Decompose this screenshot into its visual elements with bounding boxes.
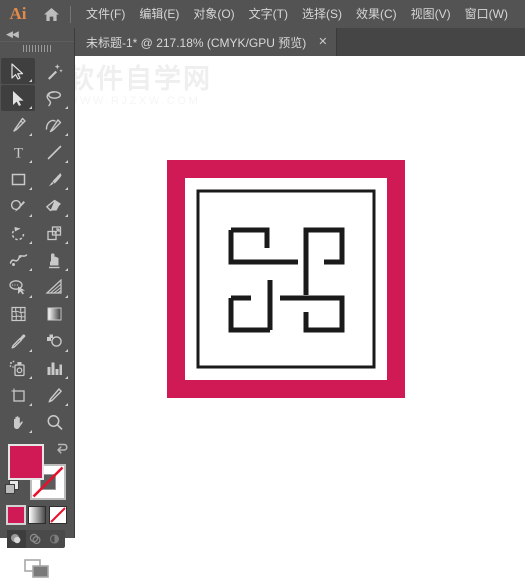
- menu-object[interactable]: 对象(O): [186, 0, 241, 28]
- color-fill-mode-button[interactable]: [6, 505, 26, 525]
- document-tab-bar: 未标题-1* @ 217.18% (CMYK/GPU 预览) ✕: [74, 28, 525, 56]
- watermark-main-text: 软件自学网: [75, 64, 212, 95]
- draw-normal-button[interactable]: [7, 530, 26, 548]
- paintbrush-tool[interactable]: [37, 166, 71, 192]
- svg-text:T: T: [13, 146, 22, 161]
- draw-inside-button[interactable]: [45, 530, 64, 548]
- collapse-panel-icon[interactable]: ◀◀: [0, 28, 74, 41]
- default-fill-stroke-icon[interactable]: [5, 480, 20, 500]
- hand-tool[interactable]: [1, 409, 35, 435]
- zoom-tool[interactable]: [37, 409, 71, 435]
- tool-flyout-indicator: [65, 376, 68, 379]
- eraser-tool[interactable]: [37, 193, 71, 219]
- grip-lines-icon: [23, 45, 51, 52]
- menu-view[interactable]: 视图(V): [404, 0, 458, 28]
- slice-tool[interactable]: [37, 382, 71, 408]
- tool-flyout-indicator: [65, 187, 68, 190]
- draw-behind-button[interactable]: [26, 530, 45, 548]
- close-icon[interactable]: ✕: [318, 36, 327, 48]
- rotate-tool[interactable]: [1, 220, 35, 246]
- menu-type[interactable]: 文字(T): [242, 0, 295, 28]
- tool-flyout-indicator: [29, 160, 32, 163]
- fill-swatch[interactable]: [8, 444, 44, 480]
- shaper-pencil-tool[interactable]: [1, 193, 35, 219]
- width-warp-tool[interactable]: [1, 247, 35, 273]
- tool-flyout-indicator: [65, 241, 68, 244]
- drawing-mode-row: [7, 530, 65, 548]
- line-segment-tool[interactable]: [37, 139, 71, 165]
- menu-window[interactable]: 窗口(W): [458, 0, 515, 28]
- screen-mode-button[interactable]: [0, 556, 74, 580]
- color-controls: [0, 440, 74, 502]
- scale-tool[interactable]: [37, 220, 71, 246]
- direct-selection-tool[interactable]: [1, 85, 35, 111]
- menu-effect[interactable]: 效果(C): [349, 0, 404, 28]
- menu-divider: [70, 5, 71, 23]
- shape-builder-tool[interactable]: [1, 274, 35, 300]
- menu-select[interactable]: 选择(S): [295, 0, 349, 28]
- tool-flyout-indicator: [65, 268, 68, 271]
- magic-wand-tool[interactable]: [37, 58, 71, 84]
- tool-flyout-indicator: [29, 295, 32, 298]
- mesh-tool[interactable]: [1, 301, 35, 327]
- fill-mode-row: [0, 502, 74, 525]
- app-logo: Ai: [9, 4, 27, 23]
- artboard-tool[interactable]: [1, 382, 35, 408]
- blend-tool[interactable]: [37, 328, 71, 354]
- gradient-fill-mode-button[interactable]: [28, 506, 46, 524]
- tool-flyout-indicator: [65, 403, 68, 406]
- selection-tool[interactable]: [1, 58, 35, 84]
- free-transform-tool[interactable]: [37, 247, 71, 273]
- tool-panel: ◀◀ T: [0, 28, 75, 578]
- tool-flyout-indicator: [29, 106, 32, 109]
- tool-grid: T: [0, 55, 74, 436]
- symbol-sprayer-tool[interactable]: [1, 355, 35, 381]
- home-icon[interactable]: [36, 0, 66, 28]
- tool-flyout-indicator: [29, 403, 32, 406]
- menu-bar: Ai 文件(F) 编辑(E) 对象(O) 文字(T) 选择(S) 效果(C) 视…: [0, 0, 525, 28]
- document-tab[interactable]: 未标题-1* @ 217.18% (CMYK/GPU 预览) ✕: [74, 28, 338, 56]
- tool-flyout-indicator: [65, 106, 68, 109]
- illustrator-window: Ai 文件(F) 编辑(E) 对象(O) 文字(T) 选择(S) 效果(C) 视…: [0, 0, 525, 578]
- tool-flyout-indicator: [29, 430, 32, 433]
- white-inset: [185, 178, 387, 380]
- tool-flyout-indicator: [29, 349, 32, 352]
- tool-flyout-indicator: [29, 133, 32, 136]
- pen-tool[interactable]: [1, 112, 35, 138]
- tool-flyout-indicator: [29, 214, 32, 217]
- canvas-area[interactable]: 软件自学网 WWW.RJZXW.COM: [75, 56, 525, 538]
- menu-items: 文件(F) 编辑(E) 对象(O) 文字(T) 选择(S) 效果(C) 视图(V…: [79, 0, 515, 28]
- watermark-url-text: WWW.RJZXW.COM: [75, 95, 201, 107]
- gradient-tool[interactable]: [37, 301, 71, 327]
- menu-edit[interactable]: 编辑(E): [132, 0, 186, 28]
- tool-flyout-indicator: [65, 214, 68, 217]
- type-tool[interactable]: T: [1, 139, 35, 165]
- menu-file[interactable]: 文件(F): [79, 0, 132, 28]
- watermark: 软件自学网 WWW.RJZXW.COM: [75, 66, 212, 107]
- perspective-grid-tool[interactable]: [37, 274, 71, 300]
- tool-flyout-indicator: [29, 79, 32, 82]
- artwork-svg: [167, 160, 405, 398]
- swap-fill-stroke-icon[interactable]: [55, 441, 69, 459]
- column-graph-tool[interactable]: [37, 355, 71, 381]
- tool-flyout-indicator: [65, 349, 68, 352]
- curvature-tool[interactable]: [37, 112, 71, 138]
- none-fill-mode-button[interactable]: [49, 506, 67, 524]
- panel-drag-handle[interactable]: [0, 41, 74, 55]
- tool-flyout-indicator: [29, 268, 32, 271]
- rectangle-tool[interactable]: [1, 166, 35, 192]
- lasso-tool[interactable]: [37, 85, 71, 111]
- tool-flyout-indicator: [29, 376, 32, 379]
- tool-flyout-indicator: [65, 295, 68, 298]
- tool-flyout-indicator: [65, 160, 68, 163]
- maze-square-logo[interactable]: [167, 160, 407, 405]
- eyedropper-tool[interactable]: [1, 328, 35, 354]
- tool-flyout-indicator: [29, 241, 32, 244]
- document-tab-title: 未标题-1* @ 217.18% (CMYK/GPU 预览): [86, 35, 307, 50]
- tool-flyout-indicator: [65, 133, 68, 136]
- tool-flyout-indicator: [29, 187, 32, 190]
